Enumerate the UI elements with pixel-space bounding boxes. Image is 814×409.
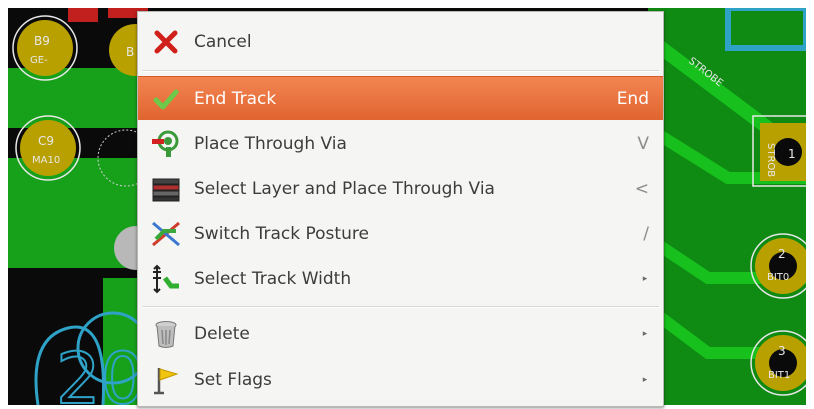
menu-item-select-track-width[interactable]: Select Track Width ▸ <box>138 257 663 301</box>
submenu-arrow-icon: ▸ <box>642 375 648 385</box>
svg-text:1: 1 <box>788 147 796 161</box>
menu-item-label: Cancel <box>194 32 252 52</box>
menu-item-label: Place Through Via <box>194 134 347 154</box>
submenu-arrow-icon: ▸ <box>642 274 648 284</box>
svg-text:GE-: GE- <box>30 55 48 66</box>
checkmark-icon <box>148 84 184 114</box>
layers-icon <box>148 174 184 204</box>
svg-text:C9: C9 <box>38 134 54 148</box>
svg-text:B: B <box>126 45 134 59</box>
menu-item-delete[interactable]: Delete ▸ <box>138 312 663 356</box>
pad-1: 1 STROB <box>752 115 806 187</box>
svg-text:STROB: STROB <box>765 143 776 177</box>
menu-separator <box>142 70 659 72</box>
svg-text:3: 3 <box>778 344 786 358</box>
menu-item-select-layer-place-via[interactable]: Select Layer and Place Through Via < <box>138 167 663 211</box>
menu-separator <box>142 306 659 308</box>
trash-icon <box>148 319 184 349</box>
menu-item-label: Select Track Width <box>194 269 352 289</box>
menu-item-shortcut: End <box>616 88 649 109</box>
menu-item-place-through-via[interactable]: Place Through Via V <box>138 122 663 166</box>
posture-icon <box>148 219 184 249</box>
track-width-icon <box>148 264 184 294</box>
menu-item-label: Select Layer and Place Through Via <box>194 179 495 199</box>
menu-item-label: Set Flags <box>194 370 272 390</box>
menu-item-shortcut: < <box>634 179 649 199</box>
context-menu: Cancel End Track End Place Through Via V <box>137 11 664 407</box>
menu-item-set-flags[interactable]: Set Flags ▸ <box>138 358 663 402</box>
menu-item-cancel[interactable]: Cancel <box>138 20 663 64</box>
menu-item-shortcut: V <box>637 134 649 154</box>
silkscreen-text: 20 <box>56 338 145 405</box>
menu-item-shortcut: / <box>643 224 649 244</box>
via-icon <box>148 129 184 159</box>
red-x-icon <box>148 27 184 57</box>
svg-text:MA10: MA10 <box>32 155 60 166</box>
pad-2: 2 BIT0 <box>750 233 806 299</box>
submenu-arrow-icon: ▸ <box>642 329 648 339</box>
menu-item-label: Switch Track Posture <box>194 224 369 244</box>
svg-text:2: 2 <box>778 247 786 261</box>
pad-3: 3 BIT1 <box>750 330 806 396</box>
menu-item-label: Delete <box>194 324 250 344</box>
svg-text:B9: B9 <box>34 34 50 48</box>
menu-item-switch-track-posture[interactable]: Switch Track Posture / <box>138 212 663 256</box>
pad-c9: C9 MA10 <box>15 115 81 181</box>
svg-text:BIT0: BIT0 <box>767 272 789 283</box>
svg-text:BIT1: BIT1 <box>768 370 790 381</box>
pad-b9: B9 GE- <box>12 15 78 81</box>
menu-item-label: End Track <box>194 88 277 109</box>
menu-item-end-track[interactable]: End Track End <box>138 76 663 120</box>
flag-icon <box>148 365 184 395</box>
